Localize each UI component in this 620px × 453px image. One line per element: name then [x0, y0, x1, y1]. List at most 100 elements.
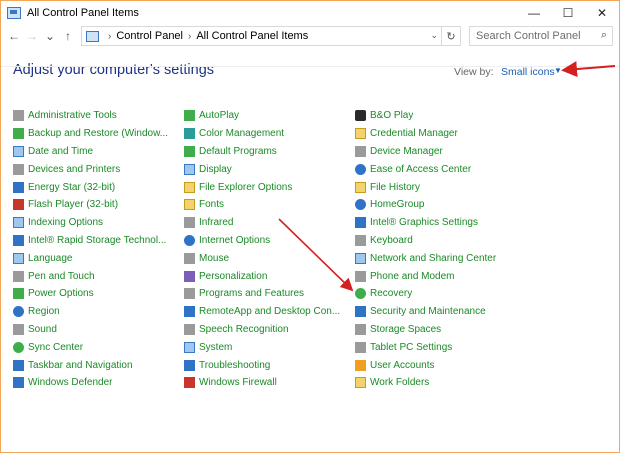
control-panel-item[interactable]: Power Options	[13, 285, 183, 303]
control-panel-item-label: Personalization	[199, 270, 268, 282]
control-panel-item[interactable]: Windows Firewall	[184, 374, 354, 392]
control-panel-item[interactable]: Tablet PC Settings	[355, 338, 525, 356]
control-panel-item[interactable]: System	[184, 338, 354, 356]
recent-locations-button[interactable]: ⌄	[41, 29, 59, 43]
control-panel-window: All Control Panel Items — ☐ ✕ ← → ⌄ ↑ › …	[0, 0, 620, 453]
control-panel-item[interactable]: Indexing Options	[13, 214, 183, 232]
minimize-button[interactable]: —	[517, 1, 551, 24]
control-panel-item[interactable]: Taskbar and Navigation	[13, 356, 183, 374]
control-panel-item[interactable]: Mouse	[184, 249, 354, 267]
control-panel-item[interactable]: Programs and Features	[184, 285, 354, 303]
search-icon[interactable]: ⌕	[601, 29, 607, 42]
firewall-icon	[184, 377, 195, 389]
control-panel-item[interactable]: Ease of Access Center	[355, 160, 525, 178]
refresh-button[interactable]: ↻	[441, 27, 460, 45]
control-panel-item[interactable]: Date and Time	[13, 143, 183, 161]
control-panel-item[interactable]: Intel® Graphics Settings	[355, 214, 525, 232]
control-panel-item-label: Internet Options	[199, 234, 271, 246]
remoteapp-icon	[184, 306, 195, 318]
control-panel-item[interactable]: Internet Options	[184, 232, 354, 250]
breadcrumb-all-items[interactable]: All Control Panel Items	[196, 30, 308, 42]
header-divider	[1, 66, 619, 67]
back-button[interactable]: ←	[5, 29, 23, 43]
control-panel-item[interactable]: File Explorer Options	[184, 178, 354, 196]
flash-icon	[13, 199, 24, 211]
control-panel-item[interactable]: Default Programs	[184, 143, 354, 161]
control-panel-item[interactable]: HomeGroup	[355, 196, 525, 214]
control-panel-item[interactable]: Sound	[13, 321, 183, 339]
control-panel-item[interactable]: Phone and Modem	[355, 267, 525, 285]
control-panel-item[interactable]: Device Manager	[355, 143, 525, 161]
control-panel-item[interactable]: RemoteApp and Desktop Con...	[184, 303, 354, 321]
control-panel-item[interactable]: Fonts	[184, 196, 354, 214]
maximize-button[interactable]: ☐	[551, 1, 585, 24]
pen-icon	[13, 270, 24, 282]
control-panel-item-label: Phone and Modem	[370, 270, 455, 282]
shield-icon	[13, 377, 24, 389]
phone-icon	[355, 270, 366, 282]
control-panel-item[interactable]: Keyboard	[355, 232, 525, 250]
work-folders-icon	[355, 377, 366, 389]
control-panel-item[interactable]: Infrared	[184, 214, 354, 232]
control-panel-item-label: Sync Center	[28, 341, 84, 353]
control-panel-item-label: Programs and Features	[199, 288, 305, 300]
control-panel-item[interactable]: Intel® Rapid Storage Technol...	[13, 232, 183, 250]
personalization-icon	[184, 270, 195, 282]
control-panel-item-label: Region	[28, 306, 60, 318]
control-panel-item-label: Flash Player (32-bit)	[28, 199, 119, 211]
control-panel-item[interactable]: Flash Player (32-bit)	[13, 196, 183, 214]
control-panel-item-label: Windows Firewall	[199, 377, 277, 389]
programs-icon	[184, 288, 195, 300]
address-dropdown-icon[interactable]: ⌄	[430, 30, 438, 41]
control-panel-app-icon	[7, 6, 21, 19]
language-icon	[13, 252, 24, 264]
control-panel-item-label: User Accounts	[370, 359, 435, 371]
control-panel-item[interactable]: Windows Defender	[13, 374, 183, 392]
control-panel-item[interactable]: Network and Sharing Center	[355, 249, 525, 267]
forward-button[interactable]: →	[23, 29, 41, 43]
address-field[interactable]: › Control Panel › All Control Panel Item…	[81, 26, 461, 46]
control-panel-item[interactable]: Personalization	[184, 267, 354, 285]
control-panel-item-label: Intel® Graphics Settings	[370, 217, 478, 229]
control-panel-item[interactable]: AutoPlay	[184, 107, 354, 125]
control-panel-item[interactable]: Display	[184, 160, 354, 178]
control-panel-item-label: Backup and Restore (Window...	[28, 128, 169, 140]
control-panel-item-label: Display	[199, 163, 232, 175]
chevron-down-icon[interactable]: ▼	[554, 66, 562, 75]
control-panel-item[interactable]: Pen and Touch	[13, 267, 183, 285]
search-input[interactable]: Search Control Panel ⌕	[469, 26, 613, 46]
control-panel-item-label: Language	[28, 252, 73, 264]
control-panel-item[interactable]: Backup and Restore (Window...	[13, 125, 183, 143]
breadcrumb-control-panel[interactable]: Control Panel	[116, 30, 183, 42]
control-panel-item[interactable]: Devices and Printers	[13, 160, 183, 178]
control-panel-item-label: Keyboard	[370, 234, 413, 246]
control-panel-item[interactable]: Energy Star (32-bit)	[13, 178, 183, 196]
control-panel-item[interactable]: File History	[355, 178, 525, 196]
control-panel-item[interactable]: Troubleshooting	[184, 356, 354, 374]
control-panel-item[interactable]: Administrative Tools	[13, 107, 183, 125]
folder-icon	[184, 181, 195, 193]
control-panel-item-label: Intel® Rapid Storage Technol...	[28, 234, 167, 246]
control-panel-item-label: File Explorer Options	[199, 181, 293, 193]
control-panel-item[interactable]: Color Management	[184, 125, 354, 143]
up-button[interactable]: ↑	[59, 29, 77, 43]
control-panel-item[interactable]: Sync Center	[13, 338, 183, 356]
close-button[interactable]: ✕	[585, 1, 619, 24]
color-management-icon	[184, 128, 195, 140]
control-panel-item[interactable]: Work Folders	[355, 374, 525, 392]
control-panel-item[interactable]: Region	[13, 303, 183, 321]
control-panel-item[interactable]: B&O Play	[355, 107, 525, 125]
control-panel-item[interactable]: Credential Manager	[355, 125, 525, 143]
globe-icon	[13, 306, 24, 318]
recovery-icon	[355, 288, 366, 300]
control-panel-item[interactable]: User Accounts	[355, 356, 525, 374]
control-panel-item[interactable]: Storage Spaces	[355, 321, 525, 339]
users-icon	[355, 359, 366, 371]
control-panel-item[interactable]: Security and Maintenance	[355, 303, 525, 321]
control-panel-item[interactable]: Recovery	[355, 285, 525, 303]
control-panel-item[interactable]: Speech Recognition	[184, 321, 354, 339]
monitor-icon	[184, 163, 195, 175]
view-by-dropdown[interactable]: Small icons	[501, 66, 555, 78]
internet-icon	[184, 234, 195, 246]
control-panel-item[interactable]: Language	[13, 249, 183, 267]
